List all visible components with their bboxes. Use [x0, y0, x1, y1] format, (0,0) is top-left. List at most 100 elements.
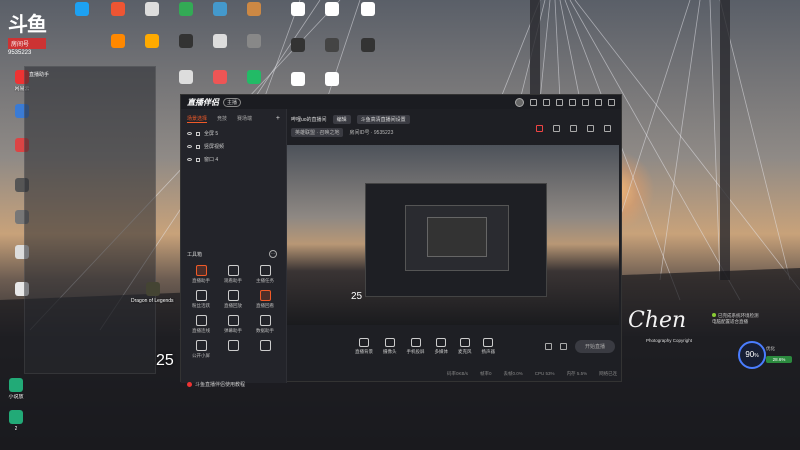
tool-label: 粉丝活跃: [192, 303, 210, 308]
phone-cast-button[interactable]: 手机投屏: [407, 337, 425, 355]
toolbox-item[interactable]: 数据助手: [249, 315, 281, 334]
notice-dot-icon: [187, 382, 192, 387]
toolbox-grid: 直播助手 观看助手 主播任务粉丝活跃 直播回放 直播回看直播连线 弹幕助手 数据助手公开小屏: [185, 265, 285, 359]
desktop-icon[interactable]: [232, 70, 276, 84]
file-icon: [361, 2, 375, 16]
start-live-button[interactable]: 开始直播: [574, 339, 615, 353]
app-icon: [291, 38, 305, 52]
toolbox-item[interactable]: 直播助手: [185, 265, 217, 284]
desktop-icon[interactable]: [310, 72, 354, 86]
toolbox-item[interactable]: 粉丝活跃: [185, 290, 217, 309]
layout-icon[interactable]: [570, 125, 577, 132]
app-icon: [145, 2, 159, 16]
tab-venue[interactable]: 赛场端: [237, 115, 252, 123]
toolbox-item[interactable]: 主播任务: [249, 265, 281, 284]
scene-item[interactable]: 窗口 4: [181, 153, 286, 166]
maximize-icon[interactable]: [595, 98, 602, 106]
speaker-button[interactable]: 扬声器: [482, 337, 495, 355]
record-toggle-icon[interactable]: [544, 342, 552, 350]
status-mem: 内存 5.5%: [566, 371, 588, 376]
toolbox-item[interactable]: 直播回看: [249, 290, 281, 309]
scene-item[interactable]: 竖屏视频: [181, 140, 286, 153]
close-icon[interactable]: [608, 98, 615, 106]
tool-label: 主播任务: [256, 278, 274, 283]
performance-gauge[interactable]: 90%: [738, 341, 766, 369]
user-avatar[interactable]: [515, 97, 524, 107]
add-scene-button[interactable]: +: [276, 115, 280, 123]
desktop-icon[interactable]: [232, 2, 276, 16]
desktop-icon-dragon[interactable]: Dragon of Legends L...: [128, 282, 178, 304]
toolbox-item[interactable]: 直播连线: [185, 315, 217, 334]
toolbox-item[interactable]: [249, 340, 281, 359]
toolbox-header: 工具箱: [187, 252, 203, 258]
media-button[interactable]: 多媒体: [435, 337, 448, 355]
camera-button[interactable]: 摄像头: [383, 337, 397, 355]
app-brand-tag[interactable]: 主播: [223, 97, 242, 107]
preview-toolbar: [536, 125, 611, 132]
eye-icon[interactable]: [187, 132, 192, 135]
desktop-icon[interactable]: [346, 38, 390, 52]
photographer-signature: Chen: [628, 308, 687, 333]
desktop-icon-bottom-2[interactable]: 2: [0, 410, 38, 432]
status-dot-icon: [712, 313, 716, 317]
lock-icon[interactable]: [196, 157, 200, 162]
live-companion-window[interactable]: 直播伴侣 主播 场景选择 竞技 赛场端 + 全屏 5 竖屏视频 窗口 4 工具箱…: [180, 94, 623, 388]
toolbox-item[interactable]: 公开小屏: [185, 340, 217, 359]
stream-edit-button[interactable]: 编辑: [332, 115, 351, 124]
app-icon: [247, 34, 261, 48]
tutorial-notice[interactable]: 斗鱼直播伴侣使用教程: [187, 381, 245, 388]
desktop-icon[interactable]: [346, 2, 390, 16]
system-notification: 已完成系统环境检测 电脑配置适合直播: [712, 313, 759, 324]
status-bar: 码率0KB/s 帧率0 丢帧0.0% CPU 53% 内存 5.5% 网络已连: [287, 371, 623, 381]
share-icon[interactable]: [604, 125, 611, 132]
watermark-room-label: 房间号: [8, 38, 46, 49]
tool-label: 数据助手: [256, 328, 274, 333]
status-net: 网络已连: [599, 371, 618, 376]
bell-icon[interactable]: [587, 125, 594, 132]
preview-nested-window: [427, 217, 487, 257]
toolbox-item[interactable]: [217, 340, 249, 359]
file-icon: [291, 2, 305, 16]
media-icon: [436, 337, 447, 347]
scene-item[interactable]: 全屏 5: [181, 127, 286, 140]
eye-icon[interactable]: [187, 145, 192, 148]
stream-preview[interactable]: 25: [287, 145, 619, 325]
minimize-icon[interactable]: [582, 98, 589, 106]
lock-icon[interactable]: [553, 125, 560, 132]
message-icon[interactable]: [530, 98, 537, 106]
tool-icon: [259, 340, 271, 351]
scene-label: 全屏 5: [204, 131, 219, 137]
app-icon: [361, 38, 375, 52]
bg-button[interactable]: 直播背景: [355, 337, 373, 355]
stream-settings-link[interactable]: 斗鱼高清直播间设置: [356, 115, 410, 124]
scene-label: 竖屏视频: [204, 144, 225, 150]
tab-game[interactable]: 竞技: [217, 115, 227, 123]
tool-label: 直播回放: [224, 303, 242, 308]
toolbox-item[interactable]: 弹幕助手: [217, 315, 249, 334]
tool-icon: [227, 315, 239, 326]
settings-gear-icon[interactable]: [559, 342, 567, 350]
app-icon: [213, 2, 227, 16]
toolbox-more-button[interactable]: ···: [269, 250, 277, 258]
toolbox-item[interactable]: 直播回放: [217, 290, 249, 309]
desktop-icon-bottom-1[interactable]: 小说放: [0, 378, 38, 400]
mic-button[interactable]: 麦克风: [458, 337, 472, 355]
app-icon: [179, 34, 193, 48]
stream-category[interactable]: 英雄联盟 · 召唤之地: [291, 128, 344, 137]
skin-icon[interactable]: [556, 98, 563, 106]
performance-usage: 28.6%: [766, 356, 792, 363]
watermark-room-number: 9535223: [8, 50, 32, 56]
tab-scene[interactable]: 场景选择: [187, 115, 208, 123]
lock-icon[interactable]: [196, 131, 200, 136]
microphone-icon: [459, 337, 470, 347]
eye-icon[interactable]: [187, 158, 192, 161]
side-window[interactable]: 直播助手: [24, 66, 156, 374]
game-icon: [146, 282, 160, 296]
toolbox-item[interactable]: 观看助手: [217, 265, 249, 284]
settings-icon[interactable]: [543, 98, 550, 106]
stream-title: 哔哩uo的直播间: [291, 117, 327, 123]
lock-icon[interactable]: [196, 144, 200, 149]
desktop-icon[interactable]: [232, 34, 276, 48]
menu-icon[interactable]: [569, 98, 576, 106]
record-icon[interactable]: [536, 125, 543, 132]
